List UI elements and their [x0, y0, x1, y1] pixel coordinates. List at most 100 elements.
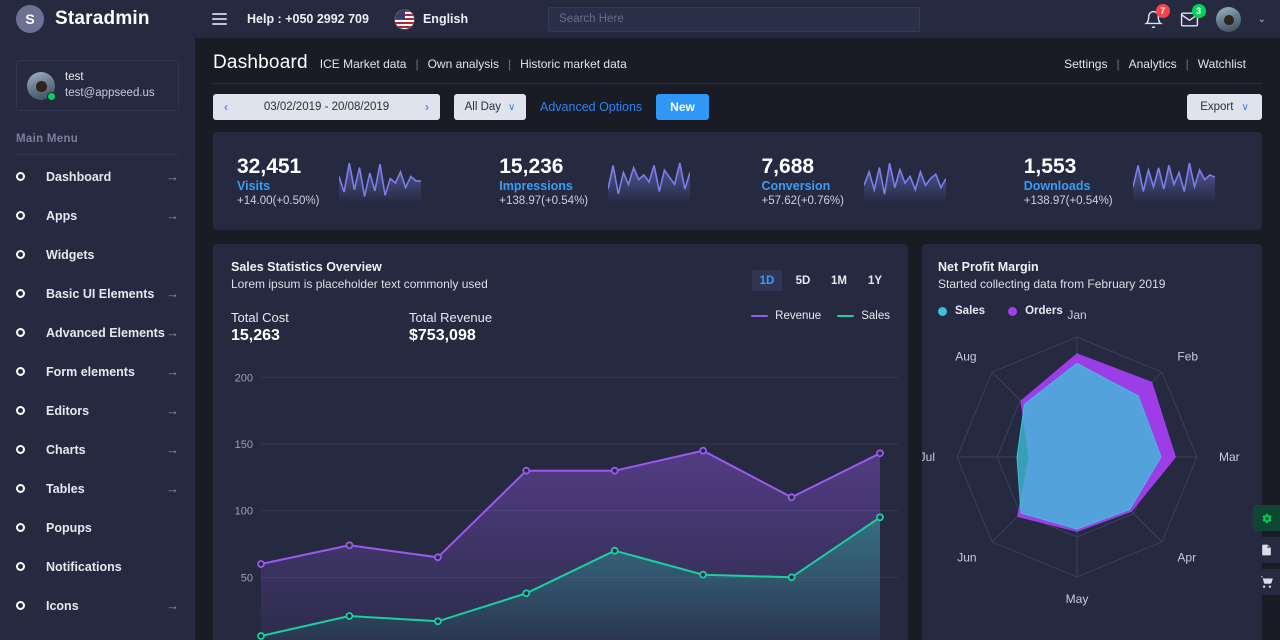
profile-name: test: [65, 71, 84, 83]
bullet-icon: [16, 367, 25, 377]
sidebar-item-apps[interactable]: Apps →: [0, 196, 195, 235]
header-link-separator: |: [1116, 57, 1120, 71]
messages-badge: 3: [1191, 3, 1206, 18]
range-tab-1d[interactable]: 1D: [752, 270, 782, 291]
range-tab-1m[interactable]: 1M: [824, 270, 854, 291]
sidebar-item-label: Charts: [46, 442, 86, 457]
svg-text:May: May: [1066, 592, 1089, 606]
sidebar-item-popups[interactable]: Popups: [0, 508, 195, 547]
sidebar-item-advanced-elements[interactable]: Advanced Elements →: [0, 313, 195, 352]
svg-text:Jul: Jul: [922, 450, 935, 464]
sidebar-item-label: Editors: [46, 403, 90, 418]
stat-value: 7,688: [761, 154, 815, 178]
profile-text: test test@appseed.us: [65, 70, 155, 101]
sidebar-item-form-elements[interactable]: Form elements →: [0, 352, 195, 391]
arrow-right-icon: →: [166, 169, 179, 185]
stat-text: 1,553 Downloads +138.97(+0.54%): [1024, 154, 1113, 209]
range-tab-1y[interactable]: 1Y: [860, 270, 890, 291]
stat-value: 32,451: [237, 154, 302, 178]
brand-logo-icon: S: [16, 5, 44, 33]
legend-item-sales: Sales: [837, 310, 890, 322]
user-profile-card[interactable]: test test@appseed.us: [16, 60, 179, 112]
notifications-badge: 7: [1155, 3, 1170, 18]
breadcrumb-item[interactable]: Own analysis: [428, 57, 499, 71]
range-tab-5d[interactable]: 5D: [788, 270, 818, 291]
online-status-dot: [47, 91, 56, 101]
bullet-icon: [16, 445, 25, 455]
svg-text:50: 50: [241, 572, 253, 584]
sparkline-chart: [608, 162, 691, 203]
search-input[interactable]: [548, 6, 921, 32]
stat-visits: 32,451 Visits +14.00(+0.50%): [213, 154, 475, 209]
export-label: Export: [1200, 101, 1234, 113]
bullet-icon: [16, 484, 25, 494]
legend-color-swatch: [837, 314, 855, 318]
sidebar-menu: Dashboard → Apps → Widgets Basic UI Elements →…: [0, 157, 195, 625]
legend-item-revenue: Revenue: [751, 310, 821, 322]
sidebar-item-label: Form elements: [46, 364, 135, 379]
breadcrumb-item[interactable]: ICE Market data: [320, 57, 407, 71]
sidebar-item-label: Widgets: [46, 247, 95, 262]
sales-area-chart: 50 100 150 200: [235, 372, 898, 640]
topbar: Help : +050 2992 709 English 7: [195, 0, 1280, 38]
arrow-right-icon: →: [166, 208, 179, 224]
menu-toggle-icon[interactable]: [212, 13, 227, 25]
chevron-down-icon: ∨: [508, 101, 516, 113]
sidebar-item-charts[interactable]: Charts →: [0, 430, 195, 469]
advanced-options-link[interactable]: Advanced Options: [540, 100, 642, 114]
header-link-watchlist[interactable]: Watchlist: [1198, 57, 1246, 71]
main-content: Help : +050 2992 709 English 7: [195, 0, 1280, 640]
document-button[interactable]: [1253, 537, 1280, 563]
sidebar-item-label: Basic UI Elements: [46, 286, 155, 301]
toolbar: ‹ 03/02/2019 - 20/08/2019 › All Day ∨ Ad…: [195, 84, 1280, 120]
sidebar-item-label: Icons: [46, 598, 79, 613]
header-link-settings[interactable]: Settings: [1064, 57, 1107, 71]
bullet-icon: [16, 211, 25, 221]
breadcrumb-separator: |: [415, 57, 419, 71]
all-day-dropdown[interactable]: All Day ∨: [454, 94, 526, 120]
new-button[interactable]: New: [656, 94, 709, 120]
stat-downloads: 1,553 Downloads +138.97(+0.54%): [1000, 154, 1262, 209]
sidebar-item-icons[interactable]: Icons →: [0, 586, 195, 625]
sidebar-item-tables[interactable]: Tables →: [0, 469, 195, 508]
total-revenue-value: $753,098: [409, 327, 476, 344]
stat-text: 15,236 Impressions +138.97(+0.54%): [499, 154, 588, 209]
date-range-value: 03/02/2019 - 20/08/2019: [263, 101, 390, 113]
brand-name: Staradmin: [55, 8, 150, 29]
arrow-right-icon: →: [166, 442, 179, 458]
date-next-icon[interactable]: ›: [425, 100, 429, 114]
settings-gear-button[interactable]: [1253, 505, 1280, 531]
breadcrumb-item[interactable]: Historic market data: [520, 57, 627, 71]
svg-text:Apr: Apr: [1177, 550, 1196, 564]
menu-divider: [16, 154, 179, 156]
sidebar-item-dashboard[interactable]: Dashboard →: [0, 157, 195, 196]
header-link-analytics[interactable]: Analytics: [1129, 57, 1177, 71]
sidebar-item-widgets[interactable]: Widgets: [0, 235, 195, 274]
sidebar-item-editors[interactable]: Editors →: [0, 391, 195, 430]
date-prev-icon[interactable]: ‹: [224, 100, 228, 114]
net-profit-radar-chart: Jan Feb Mar Apr May Jun Jul Aug: [922, 308, 1240, 606]
stats-card: 32,451 Visits +14.00(+0.50%) 15,236 Impressi…: [213, 132, 1262, 230]
arrow-right-icon: →: [166, 403, 179, 419]
messages-envelope-icon[interactable]: 3: [1180, 3, 1206, 29]
stat-conversion: 7,688 Conversion +57.62(+0.76%): [738, 154, 1000, 209]
arrow-right-icon: →: [166, 286, 179, 302]
total-cost-label: Total Cost: [231, 310, 289, 325]
notifications-bell-icon[interactable]: 7: [1143, 3, 1170, 29]
sidebar-item-basic-ui-elements[interactable]: Basic UI Elements →: [0, 274, 195, 313]
chevron-down-icon[interactable]: ⌄: [1258, 14, 1266, 25]
brand[interactable]: S Staradmin: [0, 0, 195, 38]
sidebar-item-label: Tables: [46, 481, 85, 496]
export-dropdown[interactable]: Export ∨: [1187, 94, 1262, 120]
user-avatar[interactable]: [1215, 6, 1241, 32]
sidebar: S Staradmin test test@appseed.us Main Me…: [0, 0, 195, 640]
stat-value: 15,236: [499, 154, 564, 178]
date-range-picker[interactable]: ‹ 03/02/2019 - 20/08/2019 ›: [213, 94, 440, 120]
bullet-icon: [16, 562, 25, 572]
total-revenue-label: Total Revenue: [409, 310, 493, 325]
sales-statistics-card: Sales Statistics Overview Lorem ipsum is…: [213, 244, 908, 640]
sidebar-item-label: Notifications: [46, 559, 122, 574]
language-selector[interactable]: English: [394, 9, 468, 29]
cart-button[interactable]: [1253, 569, 1280, 595]
sidebar-item-notifications[interactable]: Notifications: [0, 547, 195, 586]
